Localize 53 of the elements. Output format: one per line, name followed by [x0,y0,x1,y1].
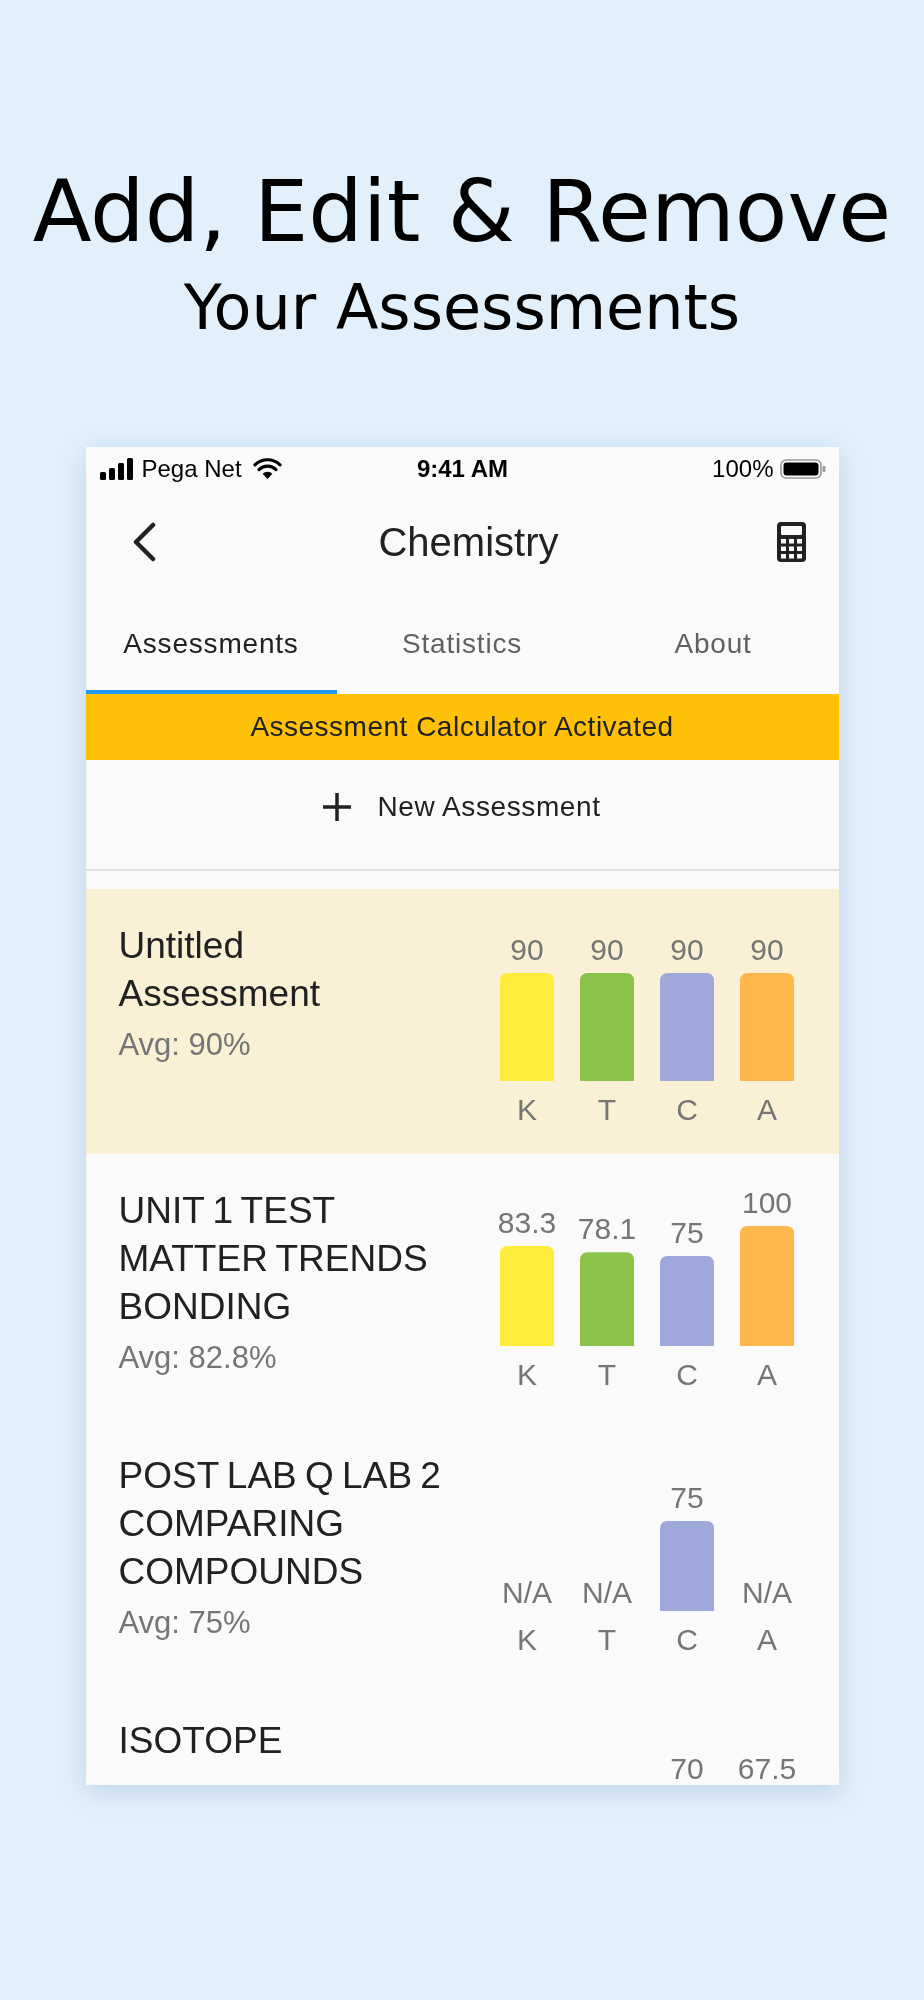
bar-value-label: N/A [741,1575,792,1609]
bar-value-label: N/A [501,1575,552,1609]
bar-value-label: 90 [669,932,704,966]
category-label: A [756,1622,777,1656]
assessment-row[interactable]: Untitled Assessment Avg: 90% 90 K 90 T 90 C 90 A [85,889,839,1154]
screen-title: Chemistry [378,519,559,565]
assessment-row[interactable]: UNIT 1 TEST MATTER TRENDS BONDING Avg: 82.8% 83.3 K 78.1 T 75 C 100 A [85,1154,839,1419]
category-label: A [756,1357,777,1391]
bar-value-label: N/A [581,1575,632,1609]
category-label: T [597,1357,616,1391]
category-label: K [516,1092,537,1126]
category-label: K [516,1357,537,1391]
assessment-title: ISOTOPE [118,1719,284,1763]
new-assessment-button[interactable]: New Assessment [307,777,617,837]
calculator-icon [776,522,806,562]
tab[interactable]: Statistics [336,594,588,694]
bar-value-label: 75 [669,1215,704,1249]
average-score: Avg: 82.8% [118,1339,277,1377]
bar-value-label: 90 [749,932,784,966]
category-label: C [675,1092,698,1126]
category-label: C [675,1622,698,1656]
assessment-row[interactable]: ISOTOPE 70 67.5 [85,1684,839,1785]
assessment-title: Untitled Assessment [118,924,321,1016]
category-label: K [516,1622,537,1656]
tab[interactable]: About [587,594,839,694]
wifi-icon [252,458,282,479]
score-label: 70 [669,1751,704,1785]
headline: Add, Edit & Remove [32,161,892,261]
banner-message: Assessment Calculator Activated [250,711,674,743]
bar-value-label: 75 [669,1480,704,1514]
assessment-title: POST LAB Q LAB 2 COMPARING COMPOUNDS [118,1454,442,1594]
back-icon [131,522,156,562]
average-score: Avg: 90% [118,1026,251,1064]
bar-value-label: 90 [589,932,624,966]
battery-icon [779,458,826,479]
category-label: T [597,1622,616,1656]
category-label: T [597,1092,616,1126]
average-score: Avg: 75% [118,1604,251,1642]
category-label: C [675,1357,698,1391]
score-label: 67.5 [737,1751,796,1785]
subheadline: Your Assessments [183,272,741,344]
bar-value-label: 83.3 [497,1205,556,1239]
bar-value-label: 78.1 [577,1211,636,1245]
bar-value-label: 90 [509,932,544,966]
signal-icon [99,457,133,480]
carrier-name: Pega Net [141,454,242,483]
assessment-title: UNIT 1 TEST MATTER TRENDS BONDING [118,1189,429,1329]
plus-icon [323,793,352,821]
status-time: 9:41 AM [416,454,509,483]
category-label: A [756,1092,777,1126]
assessment-row[interactable]: POST LAB Q LAB 2 COMPARING COMPOUNDS Avg: 75% N/A K N/A T 75 C N/A A [85,1419,839,1684]
battery-percentage: 100% [712,454,774,483]
bar-value-label: 100 [741,1187,792,1219]
